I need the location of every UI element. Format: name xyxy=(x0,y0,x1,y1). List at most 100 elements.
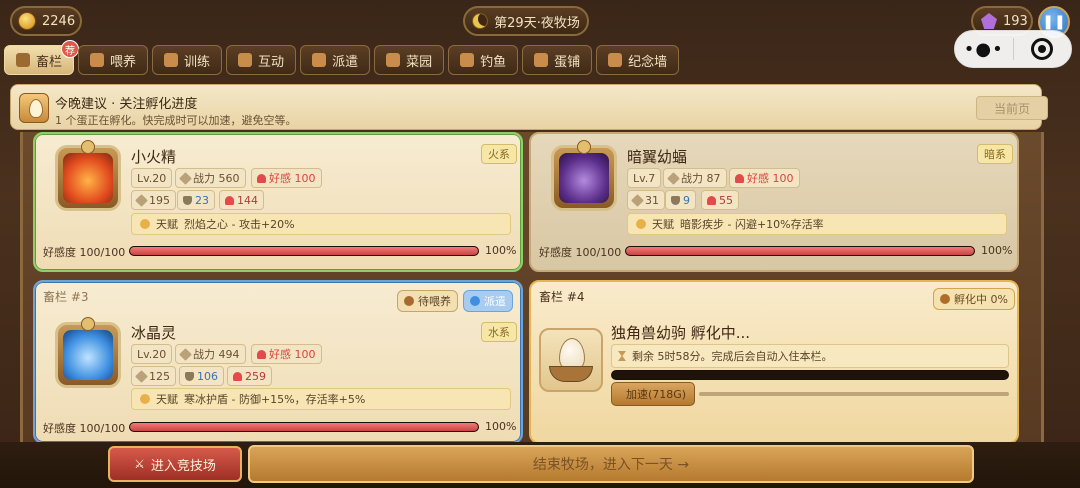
defense-stat: 9 xyxy=(665,190,696,210)
memorial-icon xyxy=(608,53,623,67)
paw-icon xyxy=(81,140,95,154)
target-icon xyxy=(1031,38,1054,60)
affection-bar-fill xyxy=(626,247,974,255)
tab-label: 菜园 xyxy=(406,54,433,70)
remaining-time: 剩余 5时58分。完成后会自动入住本栏。 xyxy=(611,344,1009,368)
heart-icon xyxy=(707,195,716,205)
food-icon xyxy=(404,296,414,306)
close-miniapp-button[interactable] xyxy=(1013,38,1071,60)
pen-card-4[interactable]: 畜栏 #4 孵化中 0% 独角兽幼驹 孵化中... 剩余 5时58分。完成后会自… xyxy=(529,280,1019,444)
moon-icon xyxy=(472,13,489,29)
talent-icon xyxy=(140,219,150,229)
pause-icon: ❚❚ xyxy=(1042,14,1066,30)
affection-percent: 100% xyxy=(981,244,1013,257)
talent-icon xyxy=(140,394,150,404)
hp-stat: 144 xyxy=(219,190,264,210)
talent-label: 天赋 xyxy=(156,393,178,406)
current-page-button[interactable]: 当前页 xyxy=(976,96,1048,120)
feed-needed-tag[interactable]: 待喂养 xyxy=(397,290,458,312)
tab-fishing[interactable]: 钓鱼 xyxy=(448,45,519,75)
more-menu-button[interactable]: •●• xyxy=(955,39,1013,60)
pen-card-2[interactable]: 暗翼幼蝠 暗系 Lv.7 战力 87 好感 100 31 9 55 天赋 暗影疾… xyxy=(529,132,1019,272)
tab-train[interactable]: 训练 xyxy=(152,45,223,75)
heart-icon xyxy=(225,195,234,205)
tab-label: 训练 xyxy=(184,54,211,70)
pet-name: 暗翼幼蝠 xyxy=(627,148,688,166)
barn-icon xyxy=(16,53,30,67)
day-indicator: 第29天·夜牧场 xyxy=(463,6,589,36)
pen-number: 畜栏 #4 xyxy=(539,290,585,304)
affection-label: 好感度 100/100 xyxy=(43,422,126,435)
egg-shop-icon xyxy=(534,53,549,67)
talent-row: 天赋 烈焰之心 - 攻击+20% xyxy=(131,213,511,235)
affection-label: 好感度 100/100 xyxy=(43,246,126,259)
pen-card-3[interactable]: 畜栏 #3 待喂养 派遣 冰晶灵 水系 Lv.20 战力 494 好感 100 … xyxy=(33,280,523,444)
advice-banner: 今晚建议 · 关注孵化进度 1 个蛋正在孵化。快完成时可以加速，避免空等。 当前… xyxy=(10,84,1048,130)
coin-counter: 2246 xyxy=(10,6,82,36)
fishing-icon xyxy=(460,53,475,67)
power-chip: 战力 494 xyxy=(175,344,246,364)
game-screen: 2246 第29天·夜牧场 193 ❚❚ 畜栏 荐 喂养 训练 互动 派遣 菜园… xyxy=(0,0,1080,488)
hp-stat: 259 xyxy=(227,366,272,386)
pet-portrait xyxy=(55,317,121,388)
speed-up-button[interactable]: 加速(718G) xyxy=(611,382,695,406)
dispatch-icon xyxy=(312,53,327,67)
pen-board: 小火精 火系 Lv.20 战力 560 好感 100 195 23 144 天赋… xyxy=(20,132,1044,444)
advice-description: 1 个蛋正在孵化。快完成时可以加速，避免空等。 xyxy=(55,114,297,127)
talent-desc: 烈焰之心 - 攻击+20% xyxy=(184,218,295,231)
sword-icon xyxy=(135,369,148,383)
coin-icon xyxy=(18,12,36,30)
talent-label: 天赋 xyxy=(156,218,178,231)
tab-feed[interactable]: 喂养 xyxy=(78,45,149,75)
defense-stat: 23 xyxy=(177,190,215,210)
dispatch-status-tag[interactable]: 派遣 xyxy=(463,290,513,312)
crossed-swords-icon: ⚔ xyxy=(134,457,145,471)
tab-garden[interactable]: 菜园 xyxy=(374,45,445,75)
gem-icon xyxy=(981,13,997,29)
affection-chip: 好感 100 xyxy=(251,168,322,188)
hatch-progress-tag: 孵化中 0% xyxy=(933,288,1015,310)
affection-bar-fill xyxy=(130,247,478,255)
miniapp-capsule: •●• xyxy=(954,30,1072,68)
tab-dispatch[interactable]: 派遣 xyxy=(300,45,371,75)
heart-icon xyxy=(735,173,744,183)
hatch-progress-bar xyxy=(611,370,1009,380)
sword-icon xyxy=(631,193,644,207)
shield-icon xyxy=(183,195,192,205)
bottom-bar: ⚔ 进入竞技场 结束牧场，进入下一天 → xyxy=(0,442,1080,488)
sword-icon xyxy=(179,347,192,361)
tab-label: 蛋铺 xyxy=(554,54,581,70)
tab-pens[interactable]: 畜栏 荐 xyxy=(4,40,80,75)
affection-percent: 100% xyxy=(485,420,517,433)
hatch-title: 独角兽幼驹 孵化中... xyxy=(611,324,751,342)
level-chip: Lv.7 xyxy=(627,168,662,188)
enter-arena-button[interactable]: ⚔ 进入竞技场 xyxy=(108,446,242,482)
pen-card-1[interactable]: 小火精 火系 Lv.20 战力 560 好感 100 195 23 144 天赋… xyxy=(33,132,523,272)
tab-interact[interactable]: 互动 xyxy=(226,45,297,75)
tab-egg-shop[interactable]: 蛋铺 xyxy=(522,45,593,75)
nest-icon xyxy=(549,366,593,382)
attack-stat: 31 xyxy=(627,190,665,210)
affection-bar-fill xyxy=(130,423,478,431)
affection-bar xyxy=(129,422,479,432)
pet-portrait xyxy=(55,140,121,211)
status-dot-icon xyxy=(470,296,480,306)
tab-memorial[interactable]: 纪念墙 xyxy=(596,45,680,75)
power-chip: 战力 560 xyxy=(175,168,246,188)
heart-icon xyxy=(257,349,266,359)
coin-amount: 2246 xyxy=(42,13,76,29)
shield-icon xyxy=(185,371,194,381)
garden-icon xyxy=(386,53,401,67)
tab-label: 钓鱼 xyxy=(480,54,507,70)
end-day-button[interactable]: 结束牧场，进入下一天 → xyxy=(248,445,974,483)
power-chip: 战力 87 xyxy=(663,168,727,188)
train-icon xyxy=(164,53,179,67)
advice-title: 今晚建议 · 关注孵化进度 xyxy=(55,97,198,112)
tab-label: 畜栏 xyxy=(36,54,63,70)
hourglass-icon xyxy=(618,351,626,361)
attack-stat: 195 xyxy=(131,190,176,210)
defense-stat: 106 xyxy=(179,366,224,386)
affection-chip: 好感 100 xyxy=(251,344,322,364)
paw-icon xyxy=(81,317,95,331)
pet-portrait xyxy=(551,140,617,211)
